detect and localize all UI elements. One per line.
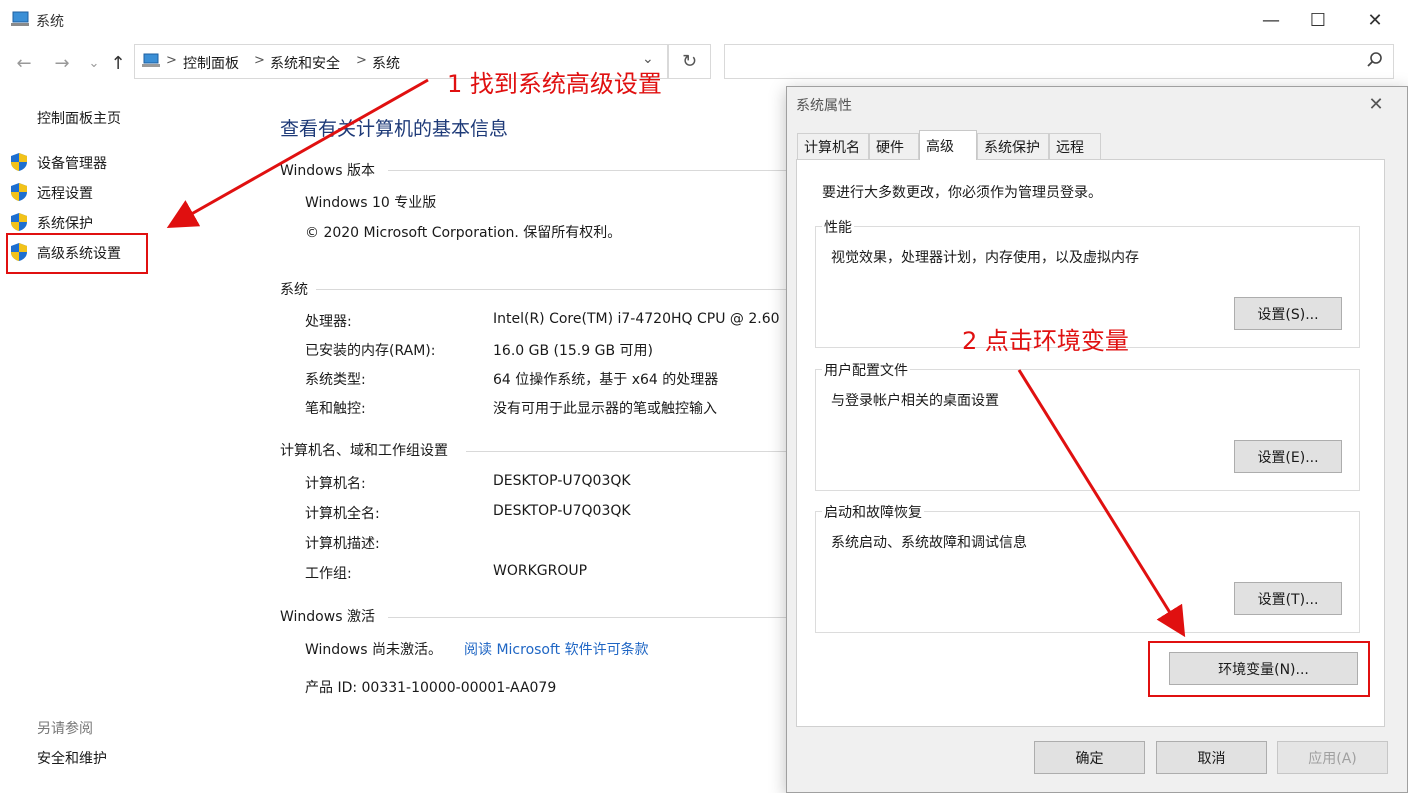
cancel-button[interactable]: 取消 xyxy=(1156,741,1267,774)
dialog-title: 系统属性 xyxy=(796,98,852,114)
full-name-value: DESKTOP-U7Q03QK xyxy=(493,503,631,519)
group-title-performance: 性能 xyxy=(822,217,854,237)
highlight-box-env xyxy=(1148,641,1370,697)
breadcrumb-separator: > xyxy=(166,53,177,68)
breadcrumb-control-panel[interactable]: 控制面板 xyxy=(183,53,239,73)
edition-value: Windows 10 专业版 xyxy=(305,195,437,211)
tab-system-protection[interactable]: 系统保护 xyxy=(977,133,1049,159)
sidebar-item-device-manager[interactable]: 设备管理器 xyxy=(37,153,107,173)
copyright-text: © 2020 Microsoft Corporation. 保留所有权利。 xyxy=(305,225,622,241)
page-title: 查看有关计算机的基本信息 xyxy=(280,118,509,140)
maximize-button[interactable]: ☐ xyxy=(1295,0,1341,40)
refresh-icon[interactable]: ↻ xyxy=(668,44,711,79)
ram-label: 已安装的内存(RAM): xyxy=(305,343,436,359)
divider xyxy=(388,617,786,618)
title-bar xyxy=(0,0,1408,40)
ram-value: 16.0 GB (15.9 GB 可用) xyxy=(493,343,653,359)
workgroup-label: 工作组: xyxy=(305,566,352,582)
workgroup-value: WORKGROUP xyxy=(493,563,588,579)
startup-recovery-settings-button[interactable]: 设置(T)... xyxy=(1234,582,1342,615)
breadcrumb-system-security[interactable]: 系统和安全 xyxy=(270,53,340,73)
processor-label: 处理器: xyxy=(305,314,352,330)
section-system: 系统 xyxy=(280,282,308,298)
tab-advanced[interactable]: 高级 xyxy=(919,130,977,160)
computer-name-value: DESKTOP-U7Q03QK xyxy=(493,473,631,489)
see-also-security-maintenance[interactable]: 安全和维护 xyxy=(37,748,107,768)
group-title-user-profiles: 用户配置文件 xyxy=(822,360,910,380)
up-arrow-icon[interactable]: ↑ xyxy=(106,50,130,76)
admin-note: 要进行大多数更改，你必须作为管理员登录。 xyxy=(822,185,1102,201)
control-panel-home-link[interactable]: 控制面板主页 xyxy=(37,108,121,128)
section-activation: Windows 激活 xyxy=(280,609,375,625)
system-icon xyxy=(11,11,29,26)
minimize-button[interactable]: — xyxy=(1248,0,1294,40)
tab-computer-name[interactable]: 计算机名 xyxy=(797,133,869,159)
dialog-close-icon[interactable]: ✕ xyxy=(1364,92,1388,116)
product-id: 产品 ID: 00331-10000-00001-AA079 xyxy=(305,680,557,696)
pen-touch-label: 笔和触控: xyxy=(305,401,366,417)
sidebar-item-remote-settings[interactable]: 远程设置 xyxy=(37,183,93,203)
breadcrumb-separator: > xyxy=(254,53,265,68)
user-profiles-settings-button[interactable]: 设置(E)... xyxy=(1234,440,1342,473)
section-computer-name: 计算机名、域和工作组设置 xyxy=(280,443,448,459)
ok-button[interactable]: 确定 xyxy=(1034,741,1145,774)
breadcrumb-system[interactable]: 系统 xyxy=(372,53,400,73)
search-icon[interactable] xyxy=(1366,51,1384,69)
close-button[interactable]: ✕ xyxy=(1352,0,1398,40)
shield-icon xyxy=(11,213,27,231)
activation-status: Windows 尚未激活。 xyxy=(305,642,442,658)
startup-recovery-desc: 系统启动、系统故障和调试信息 xyxy=(831,535,1027,551)
search-input[interactable] xyxy=(724,44,1394,79)
group-title-startup-recovery: 启动和故障恢复 xyxy=(822,502,924,522)
back-arrow-icon[interactable]: ← xyxy=(12,50,36,76)
breadcrumb-separator: > xyxy=(356,53,367,68)
computer-name-label: 计算机名: xyxy=(305,476,366,492)
tab-remote[interactable]: 远程 xyxy=(1049,133,1101,159)
highlight-box-advanced xyxy=(6,233,148,274)
processor-value: Intel(R) Core(TM) i7-4720HQ CPU @ 2.60 xyxy=(493,311,780,327)
sidebar-item-system-protection[interactable]: 系统保护 xyxy=(37,213,93,233)
divider xyxy=(466,451,786,452)
description-label: 计算机描述: xyxy=(305,536,380,552)
recent-dropdown-icon[interactable]: ⌄ xyxy=(82,50,106,76)
divider xyxy=(316,289,786,290)
pen-touch-value: 没有可用于此显示器的笔或触控输入 xyxy=(493,401,717,417)
window-title: 系统 xyxy=(36,14,64,30)
apply-button[interactable]: 应用(A) xyxy=(1277,741,1388,774)
performance-desc: 视觉效果，处理器计划，内存使用，以及虚拟内存 xyxy=(831,250,1139,266)
performance-settings-button[interactable]: 设置(S)... xyxy=(1234,297,1342,330)
control-panel-icon xyxy=(142,53,160,67)
user-profiles-desc: 与登录帐户相关的桌面设置 xyxy=(831,393,999,409)
license-terms-link[interactable]: 阅读 Microsoft 软件许可条款 xyxy=(464,639,649,659)
annotation-step1: 1 找到系统高级设置 xyxy=(447,70,662,98)
shield-icon xyxy=(11,153,27,171)
system-type-label: 系统类型: xyxy=(305,372,366,388)
divider xyxy=(388,170,788,171)
tab-hardware[interactable]: 硬件 xyxy=(869,133,919,159)
shield-icon xyxy=(11,183,27,201)
system-type-value: 64 位操作系统，基于 x64 的处理器 xyxy=(493,372,719,388)
full-name-label: 计算机全名: xyxy=(305,506,380,522)
see-also-label: 另请参阅 xyxy=(37,721,93,737)
annotation-step2: 2 点击环境变量 xyxy=(962,327,1129,355)
section-windows-edition: Windows 版本 xyxy=(280,163,375,179)
forward-arrow-icon[interactable]: → xyxy=(50,50,74,76)
